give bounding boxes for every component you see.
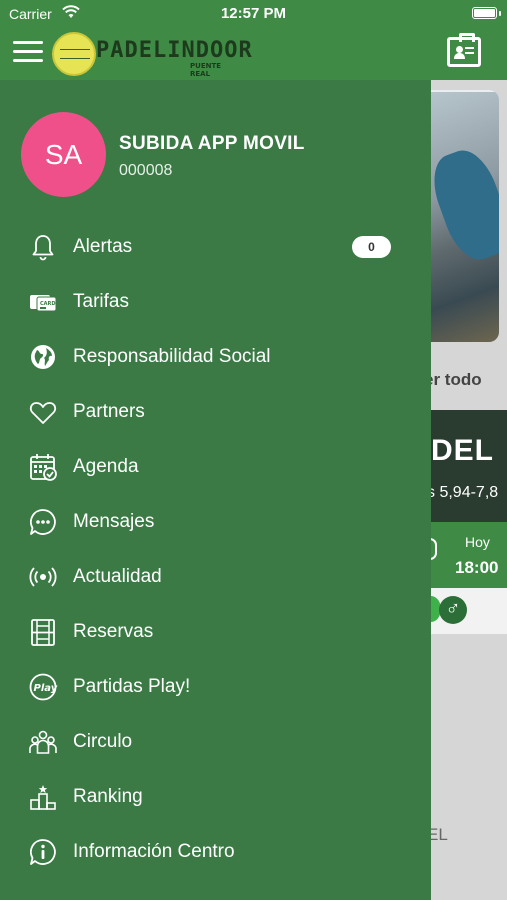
- battery-icon: [472, 7, 497, 19]
- menu-item-circulo[interactable]: Circulo: [0, 715, 431, 770]
- menu-item-tarifas[interactable]: CARD Tarifas: [0, 275, 431, 330]
- menu-item-alertas[interactable]: Alertas 0: [0, 220, 431, 275]
- battery-tip: [499, 11, 501, 16]
- app-header: PADELINDOOR PUENTE REAL: [0, 28, 507, 80]
- avatar[interactable]: SA: [21, 112, 106, 197]
- calendar-icon: [28, 452, 58, 482]
- menu-item-label: Partners: [73, 401, 145, 422]
- menu-item-label: Alertas: [73, 236, 133, 257]
- menu-item-responsabilidad-social[interactable]: Responsabilidad Social: [0, 330, 431, 385]
- play-icon: Play: [28, 672, 58, 702]
- menu-item-informacion-centro[interactable]: Información Centro: [0, 825, 431, 880]
- menu-item-label: Tarifas: [73, 291, 129, 312]
- svg-text:Play: Play: [34, 683, 58, 694]
- id-card-icon[interactable]: [447, 33, 481, 67]
- side-drawer: SA SUBIDA APP MOVIL 000008 Alertas 0 CAR…: [0, 80, 431, 900]
- info-icon: [28, 837, 58, 867]
- menu-item-label: Responsabilidad Social: [73, 346, 271, 367]
- menu-item-partidas-play[interactable]: Play Partidas Play!: [0, 660, 431, 715]
- globe-icon: [28, 342, 58, 372]
- male-icon: ♂: [439, 596, 467, 624]
- menu-item-label: Ranking: [73, 786, 143, 807]
- match-card-hour: 18:00: [455, 558, 499, 577]
- heart-icon: [28, 397, 58, 427]
- logo-ball-icon: [52, 32, 96, 76]
- background-content: er todo DEL s 5,94-7,8 Hoy 18:00 ♂ EL: [431, 80, 507, 900]
- banner-photo: [431, 90, 499, 342]
- match-card-price: s 5,94-7,8: [431, 484, 499, 501]
- broadcast-icon: [28, 562, 58, 592]
- match-card-day: Hoy: [465, 534, 490, 550]
- app-logo: PADELINDOOR PUENTE REAL: [52, 32, 252, 78]
- menu-item-label: Actualidad: [73, 566, 162, 587]
- match-card-title: DEL: [431, 434, 494, 467]
- menu-item-label: Partidas Play!: [73, 676, 191, 697]
- background-label: EL: [431, 825, 448, 844]
- status-time: 12:57 PM: [220, 5, 287, 22]
- menu-item-label: Información Centro: [73, 841, 235, 862]
- menu-item-label: Reservas: [73, 621, 154, 642]
- menu-item-agenda[interactable]: Agenda: [0, 440, 431, 495]
- menu-item-reservas[interactable]: Reservas: [0, 605, 431, 660]
- user-code: 000008: [119, 162, 173, 179]
- card-icon: CARD: [28, 287, 58, 317]
- user-name: SUBIDA APP MOVIL: [119, 133, 305, 154]
- chat-icon: [28, 507, 58, 537]
- menu-item-ranking[interactable]: Ranking: [0, 770, 431, 825]
- bell-icon: [28, 232, 58, 262]
- logo-subtitle: PUENTE REAL: [190, 62, 222, 78]
- svg-text:CARD: CARD: [40, 301, 56, 307]
- court-icon: [28, 617, 58, 647]
- menu-icon[interactable]: [13, 41, 43, 63]
- status-bar: Carrier 12:57 PM: [0, 0, 507, 28]
- menu-item-actualidad[interactable]: Actualidad: [0, 550, 431, 605]
- logo-text: PADELINDOOR: [96, 38, 253, 63]
- match-card: DEL s 5,94-7,8 Hoy 18:00 ♂: [431, 410, 507, 634]
- alert-count-badge: 0: [352, 236, 391, 258]
- ver-todo-link: er todo: [431, 370, 482, 389]
- drawer-menu: Alertas 0 CARD Tarifas Responsabilidad S…: [0, 220, 431, 880]
- menu-item-partners[interactable]: Partners: [0, 385, 431, 440]
- podium-icon: [28, 782, 58, 812]
- menu-item-label: Circulo: [73, 731, 133, 752]
- menu-item-label: Mensajes: [73, 511, 155, 532]
- menu-item-label: Agenda: [73, 456, 139, 477]
- menu-item-mensajes[interactable]: Mensajes: [0, 495, 431, 550]
- group-icon: [28, 727, 58, 757]
